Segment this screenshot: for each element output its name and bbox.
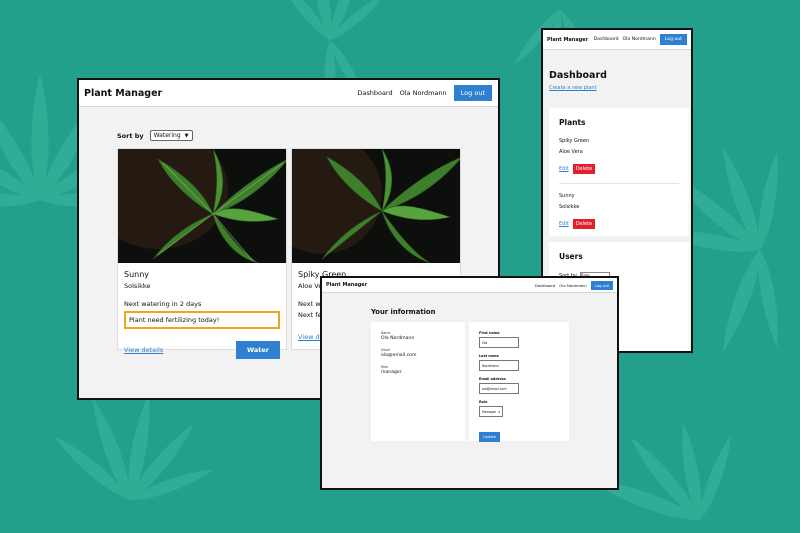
plant-name: Sunny [559,193,575,199]
plant-subtitle: Solsikke [124,282,151,290]
brand-logo[interactable]: Plant Manager [547,37,588,43]
nav-user-link[interactable]: Ola Nordmann [559,283,586,288]
field-label: Email [381,348,390,352]
list-item: Sunny Solsikke Edit Delete [559,193,679,229]
sort-control: Sort by Watering ▼ [117,130,193,141]
info-field-role: Role manager [381,365,455,375]
sort-select-value: Watering [153,132,181,139]
chevron-down-icon: ▾ [498,409,500,414]
plants-panel: Plants Spiky Green Aloe Vera Edit Delete… [549,108,689,236]
plant-subtitle: Solsikke [559,204,580,210]
page-title: Your information [371,308,436,316]
field-value: manager [381,370,402,375]
nav-dashboard-link[interactable]: Dashboard [357,89,392,97]
logout-button[interactable]: Log out [453,85,492,101]
main-header: Plant Manager Dashboard Ola Nordmann Log… [79,80,498,107]
sort-select[interactable]: Watering ▼ [149,130,193,141]
your-information-window: Plant Manager Dashboard Ola Nordmann Log… [320,276,619,490]
sort-label: Sort by [117,131,144,140]
plant-photo [118,149,286,263]
delete-button[interactable]: Delete [572,219,596,229]
users-title: Users [559,252,583,261]
role-select[interactable]: Manager ▾ [479,406,503,417]
water-button[interactable]: Water [235,341,280,359]
nav-user-link[interactable]: Ola Nordmann [623,37,656,42]
divider [559,183,679,184]
first-name-label: First name [479,331,500,335]
field-value: ola@email.com [381,353,417,358]
info-field-email: Email ola@email.com [381,348,455,358]
plants-title: Plants [559,118,586,127]
role-select-value: Manager [482,409,496,414]
user-info-panel: Name Ola Nordmann Email ola@email.com Ro… [371,322,465,441]
plant-card: Sunny Solsikke Next watering in 2 days P… [117,148,287,359]
dashboard-nav: Dashboard Ola Nordmann Log out [594,34,687,45]
logout-button[interactable]: Log out [659,34,687,45]
field-label: Role [381,365,388,369]
first-name-field[interactable]: Ola [479,337,519,348]
plant-name: Sunny [124,270,150,279]
email-field[interactable]: ola@email.com [479,383,519,394]
last-name-label: Last name [479,354,499,358]
list-item: Spiky Green Aloe Vera Edit Delete [559,138,679,174]
plant-name: Spiky Green [559,138,590,144]
edit-user-form: First name Ola Last name Nordmann Email … [469,322,569,442]
edit-link[interactable]: Edit [559,166,569,172]
chevron-down-icon: ▼ [184,132,189,139]
nav-dashboard-link[interactable]: Dashboard [535,283,556,288]
info-field-name: Name Ola Nordmann [381,331,455,341]
plant-subtitle: Aloe Vera [559,149,583,155]
edit-link[interactable]: Edit [559,221,569,227]
fertilizing-notice: Plant need fertilizing today! [124,311,280,329]
field-value: Ola Nordmann [381,336,415,341]
update-button[interactable]: Update [479,432,501,442]
role-label: Role [479,400,488,404]
nav-dashboard-link[interactable]: Dashboard [594,37,619,42]
main-nav: Dashboard Ola Nordmann Log out [357,85,492,101]
delete-button[interactable]: Delete [572,164,596,174]
last-name-field[interactable]: Nordmann [479,360,519,371]
info-header: Plant Manager Dashboard Ola Nordmann Log… [322,278,617,293]
info-nav: Dashboard Ola Nordmann Log out [535,280,613,290]
email-label: Email address [479,377,506,381]
create-plant-link[interactable]: Create a new plant [549,85,597,91]
nav-user-link[interactable]: Ola Nordmann [400,89,447,97]
page-title: Dashboard [549,70,607,81]
view-details-link[interactable]: View details [124,346,163,354]
logout-button[interactable]: Log out [590,280,613,290]
field-label: Name [381,331,391,335]
plant-photo [292,149,460,263]
dashboard-header: Plant Manager Dashboard Ola Nordmann Log… [543,30,691,50]
brand-logo[interactable]: Plant Manager [326,282,367,288]
brand-logo[interactable]: Plant Manager [84,88,162,99]
next-watering-text: Next watering in 2 days [124,300,202,308]
